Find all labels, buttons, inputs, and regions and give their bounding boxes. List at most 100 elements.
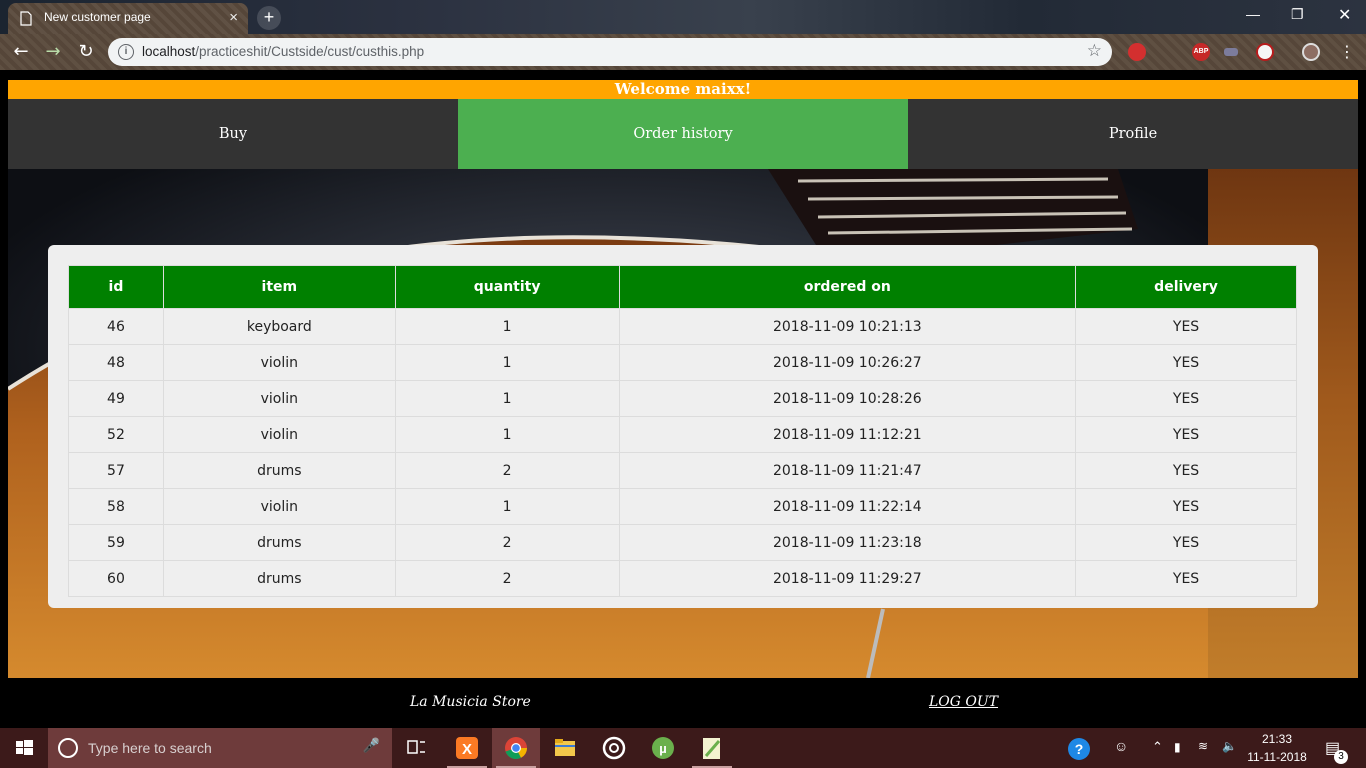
url-text[interactable]: localhost/practiceshit/Custside/cust/cus… [142,44,424,59]
cell-quantity: 1 [394,380,620,417]
cell-ordered-on: 2018-11-09 11:23:18 [618,524,1077,561]
groove-music-icon[interactable] [590,728,638,768]
menu-kebab-icon[interactable]: ⋮ [1336,41,1358,63]
cell-delivery: YES [1075,416,1297,453]
windows-taskbar: Type here to search 🎤 X µ ? ☺ ⌃ ▮ ≋ 🔈 21… [0,728,1366,768]
svg-text:µ: µ [659,741,667,756]
cell-item: drums [162,524,396,561]
cell-quantity: 1 [394,488,620,525]
svg-text:X: X [462,741,472,758]
cell-ordered-on: 2018-11-09 10:28:26 [618,380,1077,417]
cell-delivery: YES [1075,560,1297,597]
microphone-icon[interactable]: 🎤 [363,738,380,754]
cell-delivery: YES [1075,452,1297,489]
cell-id: 59 [68,524,164,561]
notepad-plus-plus-icon[interactable] [688,728,736,768]
utorrent-icon[interactable]: µ [639,728,687,768]
chrome-icon[interactable] [492,728,540,768]
nav-buy[interactable]: Buy [8,99,458,169]
wifi-icon[interactable]: ≋ [1198,739,1208,753]
welcome-banner: Welcome maixx! [8,80,1358,99]
column-header-ordered-on: ordered on [618,265,1077,309]
info-icon[interactable]: i [118,44,134,60]
cell-item: drums [162,452,396,489]
table-row: 46 keyboard 1 2018-11-09 10:21:13 YES [68,308,1297,345]
clock-date[interactable]: 11-11-2018 [1245,750,1309,764]
table-row: 58 violin 1 2018-11-09 11:22:14 YES [68,488,1297,525]
windows-logo-icon [16,740,33,755]
page-icon [20,11,32,26]
chevron-up-icon[interactable]: ⌃ [1152,739,1163,755]
table-row: 49 violin 1 2018-11-09 10:28:26 YES [68,380,1297,417]
notification-badge: 3 [1334,750,1348,764]
cell-item: keyboard [162,308,396,345]
cell-item: violin [162,344,396,381]
table-row: 60 drums 2 2018-11-09 11:29:27 YES [68,560,1297,597]
extension-stop-icon[interactable] [1128,43,1146,61]
xampp-icon[interactable]: X [443,728,491,768]
browser-tab[interactable]: New customer page × [8,3,248,34]
cell-ordered-on: 2018-11-09 10:26:27 [618,344,1077,381]
file-explorer-icon[interactable] [541,728,589,768]
new-tab-button[interactable]: + [257,6,281,30]
cell-id: 48 [68,344,164,381]
cell-item: violin [162,416,396,453]
cell-delivery: YES [1075,524,1297,561]
search-placeholder: Type here to search [88,740,212,756]
page-viewport: Welcome maixx! Buy Order history Profile [0,70,1366,728]
people-icon[interactable]: ☺ [1114,738,1128,754]
order-history-table: id item quantity ordered on delivery 46 … [68,265,1297,597]
cell-quantity: 1 [394,308,620,345]
cortana-icon [58,738,78,758]
cell-quantity: 1 [394,416,620,453]
address-bar[interactable]: i localhost/practiceshit/Custside/cust/c… [108,38,1112,66]
extension-icon[interactable] [1224,48,1238,56]
profile-avatar[interactable] [1302,43,1320,61]
cell-delivery: YES [1075,488,1297,525]
url-path: /practiceshit/Custside/cust/custhis.php [195,44,425,59]
cell-quantity: 2 [394,524,620,561]
tab-close-icon[interactable]: × [229,9,238,26]
cell-delivery: YES [1075,308,1297,345]
cell-ordered-on: 2018-11-09 11:21:47 [618,452,1077,489]
reload-icon[interactable]: ↻ [75,41,97,63]
minimize-icon[interactable]: — [1246,6,1260,22]
cell-id: 58 [68,488,164,525]
cell-ordered-on: 2018-11-09 11:12:21 [618,416,1077,453]
nav-profile[interactable]: Profile [908,99,1358,169]
tab-title: New customer page [44,10,151,24]
cell-item: violin [162,380,396,417]
close-window-icon[interactable]: ✕ [1338,5,1351,25]
cell-delivery: YES [1075,344,1297,381]
restore-icon[interactable]: ❐ [1291,6,1304,23]
nav-order-history[interactable]: Order history [458,99,908,169]
start-button[interactable] [0,728,48,768]
task-view-icon[interactable] [392,728,440,768]
cell-id: 57 [68,452,164,489]
cell-item: violin [162,488,396,525]
cell-ordered-on: 2018-11-09 10:21:13 [618,308,1077,345]
volume-icon[interactable]: 🔈 [1222,739,1237,753]
bookmark-star-icon[interactable]: ☆ [1087,41,1102,61]
column-header-delivery: delivery [1075,265,1297,309]
cell-id: 49 [68,380,164,417]
cell-id: 46 [68,308,164,345]
cell-quantity: 2 [394,452,620,489]
back-icon[interactable]: ← [10,41,32,63]
forward-icon[interactable]: → [42,41,64,63]
logout-link[interactable]: LOG OUT [929,694,998,710]
help-icon[interactable]: ? [1068,738,1090,760]
browser-title-bar: New customer page × + — ❐ ✕ [0,0,1366,34]
cell-ordered-on: 2018-11-09 11:22:14 [618,488,1077,525]
cell-quantity: 1 [394,344,620,381]
clock-time[interactable]: 21:33 [1249,732,1305,746]
table-row: 59 drums 2 2018-11-09 11:23:18 YES [68,524,1297,561]
main-nav: Buy Order history Profile [8,99,1358,169]
adblock-plus-icon[interactable]: ABP [1192,43,1210,61]
table-header-row: id item quantity ordered on delivery [68,265,1297,309]
taskbar-search-box[interactable]: Type here to search 🎤 [48,728,392,768]
url-host: localhost [142,44,196,59]
extension-face-icon[interactable] [1256,43,1274,61]
battery-icon[interactable]: ▮ [1174,740,1181,754]
table-row: 57 drums 2 2018-11-09 11:21:47 YES [68,452,1297,489]
